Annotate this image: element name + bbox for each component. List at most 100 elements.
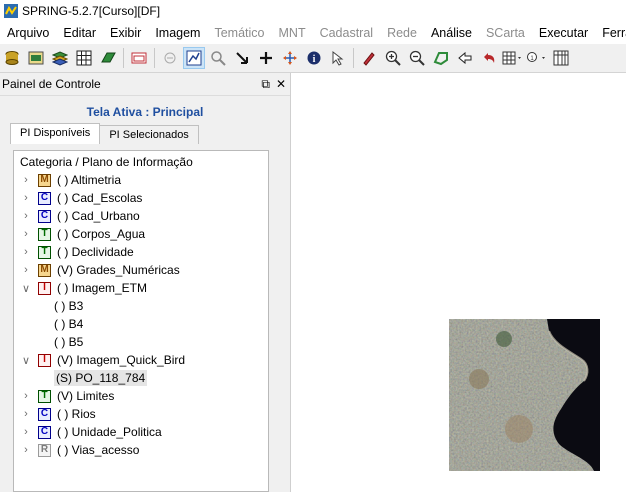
category-row[interactable]: › T ( ) Corpos_Agua xyxy=(14,225,268,243)
category-type-badge: T xyxy=(38,245,51,259)
chevron-down-icon[interactable]: ∨ xyxy=(18,282,34,295)
zoom-out-icon[interactable] xyxy=(406,47,428,69)
info-plane-row[interactable]: ( ) B5 xyxy=(14,333,268,351)
category-row[interactable]: › C ( ) Cad_Escolas xyxy=(14,189,268,207)
zoom-area-icon[interactable] xyxy=(430,47,452,69)
category-row[interactable]: › M (V) Grades_Numéricas xyxy=(14,261,268,279)
category-label: ( ) Vias_acesso xyxy=(57,443,140,457)
category-label: (V) Imagem_Quick_Bird xyxy=(57,353,186,367)
category-row[interactable]: › M ( ) Altimetria xyxy=(14,171,268,189)
category-label: (V) Limites xyxy=(57,389,115,403)
info-plane-label: ( ) B3 xyxy=(54,299,84,313)
menu-cadastral: Cadastral xyxy=(319,26,374,40)
tab-pi-selecionados[interactable]: PI Selecionados xyxy=(99,125,199,144)
category-row[interactable]: › R ( ) Vias_acesso xyxy=(14,441,268,459)
layers-icon[interactable] xyxy=(49,47,71,69)
category-row[interactable]: › C ( ) Cad_Urbano xyxy=(14,207,268,225)
category-label: ( ) Unidade_Politica xyxy=(57,425,162,439)
toolbar-separator xyxy=(353,48,354,68)
menu-tematico: Temático xyxy=(214,26,265,40)
cross-icon[interactable] xyxy=(255,47,277,69)
title-bar: SPRING-5.2.7[Curso][DF] xyxy=(0,0,626,22)
control-panel: Painel de Controle ⧉ ✕ Tela Ativa : Prin… xyxy=(0,73,291,492)
cursor-info-icon[interactable] xyxy=(327,47,349,69)
menu-ferram[interactable]: Ferram xyxy=(595,26,626,40)
menu-rede: Rede xyxy=(387,26,417,40)
category-row[interactable]: ∨ I (V) Imagem_Quick_Bird xyxy=(14,351,268,369)
category-type-badge: I xyxy=(38,281,51,295)
chevron-right-icon[interactable]: › xyxy=(18,390,34,402)
info-plane-label: (S) PO_118_784 xyxy=(54,370,148,386)
category-label: ( ) Corpos_Agua xyxy=(57,227,146,241)
chevron-right-icon[interactable]: › xyxy=(18,192,34,204)
grid-icon[interactable] xyxy=(73,47,95,69)
category-tree: Categoria / Plano de Informação › M ( ) Al… xyxy=(13,150,269,492)
undo-icon[interactable] xyxy=(478,47,500,69)
chevron-right-icon[interactable]: › xyxy=(18,408,34,420)
category-row[interactable]: › C ( ) Rios xyxy=(14,405,268,423)
map-canvas[interactable] xyxy=(292,73,626,492)
menu-imagem[interactable]: Imagem xyxy=(148,26,207,40)
category-label: ( ) Imagem_ETM xyxy=(57,281,148,295)
chevron-down-icon[interactable]: ∨ xyxy=(18,354,34,367)
menu-editar[interactable]: Editar xyxy=(56,26,103,40)
category-type-badge: C xyxy=(38,407,51,421)
category-row[interactable]: › T ( ) Declividade xyxy=(14,243,268,261)
tree-header: Categoria / Plano de Informação xyxy=(20,155,193,169)
dropdown-icon[interactable] xyxy=(502,47,524,69)
panel-title: Painel de Controle xyxy=(2,77,101,91)
info-plane-row[interactable]: ( ) B3 xyxy=(14,297,268,315)
toolbar: i 1 xyxy=(0,44,626,73)
menu-arquivo[interactable]: Arquivo xyxy=(0,26,56,40)
tree-rows: › M ( ) Altimetria › C ( ) Cad_Escolas › C ( ) C… xyxy=(14,171,268,459)
menu-executar[interactable]: Executar xyxy=(532,26,595,40)
table-icon[interactable] xyxy=(550,47,572,69)
category-type-badge: C xyxy=(38,209,51,223)
chevron-right-icon[interactable]: › xyxy=(18,210,34,222)
chevron-right-icon[interactable]: › xyxy=(18,426,34,438)
back-icon[interactable] xyxy=(454,47,476,69)
chevron-right-icon[interactable]: › xyxy=(18,444,34,456)
chevron-right-icon[interactable]: › xyxy=(18,174,34,186)
search-icon[interactable] xyxy=(207,47,229,69)
svg-text:i: i xyxy=(313,54,316,65)
info-icon[interactable]: i xyxy=(303,47,325,69)
category-row[interactable]: ∨ I ( ) Imagem_ETM xyxy=(14,279,268,297)
restore-icon[interactable]: ⧉ xyxy=(261,77,270,92)
window-title: SPRING-5.2.7[Curso][DF] xyxy=(22,4,161,18)
zoom-level-icon[interactable]: 1 xyxy=(526,47,548,69)
spring-app-icon xyxy=(4,4,18,18)
project-icon[interactable] xyxy=(25,47,47,69)
chevron-right-icon[interactable]: › xyxy=(18,264,34,276)
category-type-badge: T xyxy=(38,227,51,241)
pencil-icon[interactable] xyxy=(358,47,380,69)
category-row[interactable]: › T (V) Limites xyxy=(14,387,268,405)
pointer-icon[interactable] xyxy=(231,47,253,69)
info-plane-row[interactable]: ( ) B4 xyxy=(14,315,268,333)
menu-exibir[interactable]: Exibir xyxy=(103,26,148,40)
active-screen-label: Tela Ativa : Principal xyxy=(86,105,204,119)
panel-tabs: PI Disponíveis PI Selecionados xyxy=(10,123,199,144)
zoom-in-icon[interactable] xyxy=(382,47,404,69)
category-row[interactable]: › C ( ) Unidade_Politica xyxy=(14,423,268,441)
category-type-badge: T xyxy=(38,389,51,403)
info-plane-row[interactable]: (S) PO_118_784 xyxy=(14,369,268,387)
info-plane-label: ( ) B4 xyxy=(54,317,84,331)
pan-icon[interactable] xyxy=(279,47,301,69)
window-icon[interactable] xyxy=(128,47,150,69)
chevron-right-icon[interactable]: › xyxy=(18,228,34,240)
tab-pi-disponiveis[interactable]: PI Disponíveis xyxy=(10,123,101,144)
active-draw-icon[interactable] xyxy=(183,47,205,69)
menu-scarta: SCarta xyxy=(485,26,525,40)
close-icon[interactable]: ✕ xyxy=(276,77,286,92)
category-label: ( ) Declividade xyxy=(57,245,134,259)
eraser-icon[interactable] xyxy=(97,47,119,69)
database-icon[interactable] xyxy=(1,47,23,69)
panel-header: Painel de Controle ⧉ ✕ xyxy=(0,73,290,96)
category-type-badge: M xyxy=(38,263,51,277)
category-label: ( ) Rios xyxy=(57,407,96,421)
menu-analise[interactable]: Análise xyxy=(424,26,479,40)
menu-bar: Arquivo Editar Exibir Imagem Temático MNT Cada… xyxy=(0,22,626,44)
category-type-badge: C xyxy=(38,425,51,439)
chevron-right-icon[interactable]: › xyxy=(18,246,34,258)
